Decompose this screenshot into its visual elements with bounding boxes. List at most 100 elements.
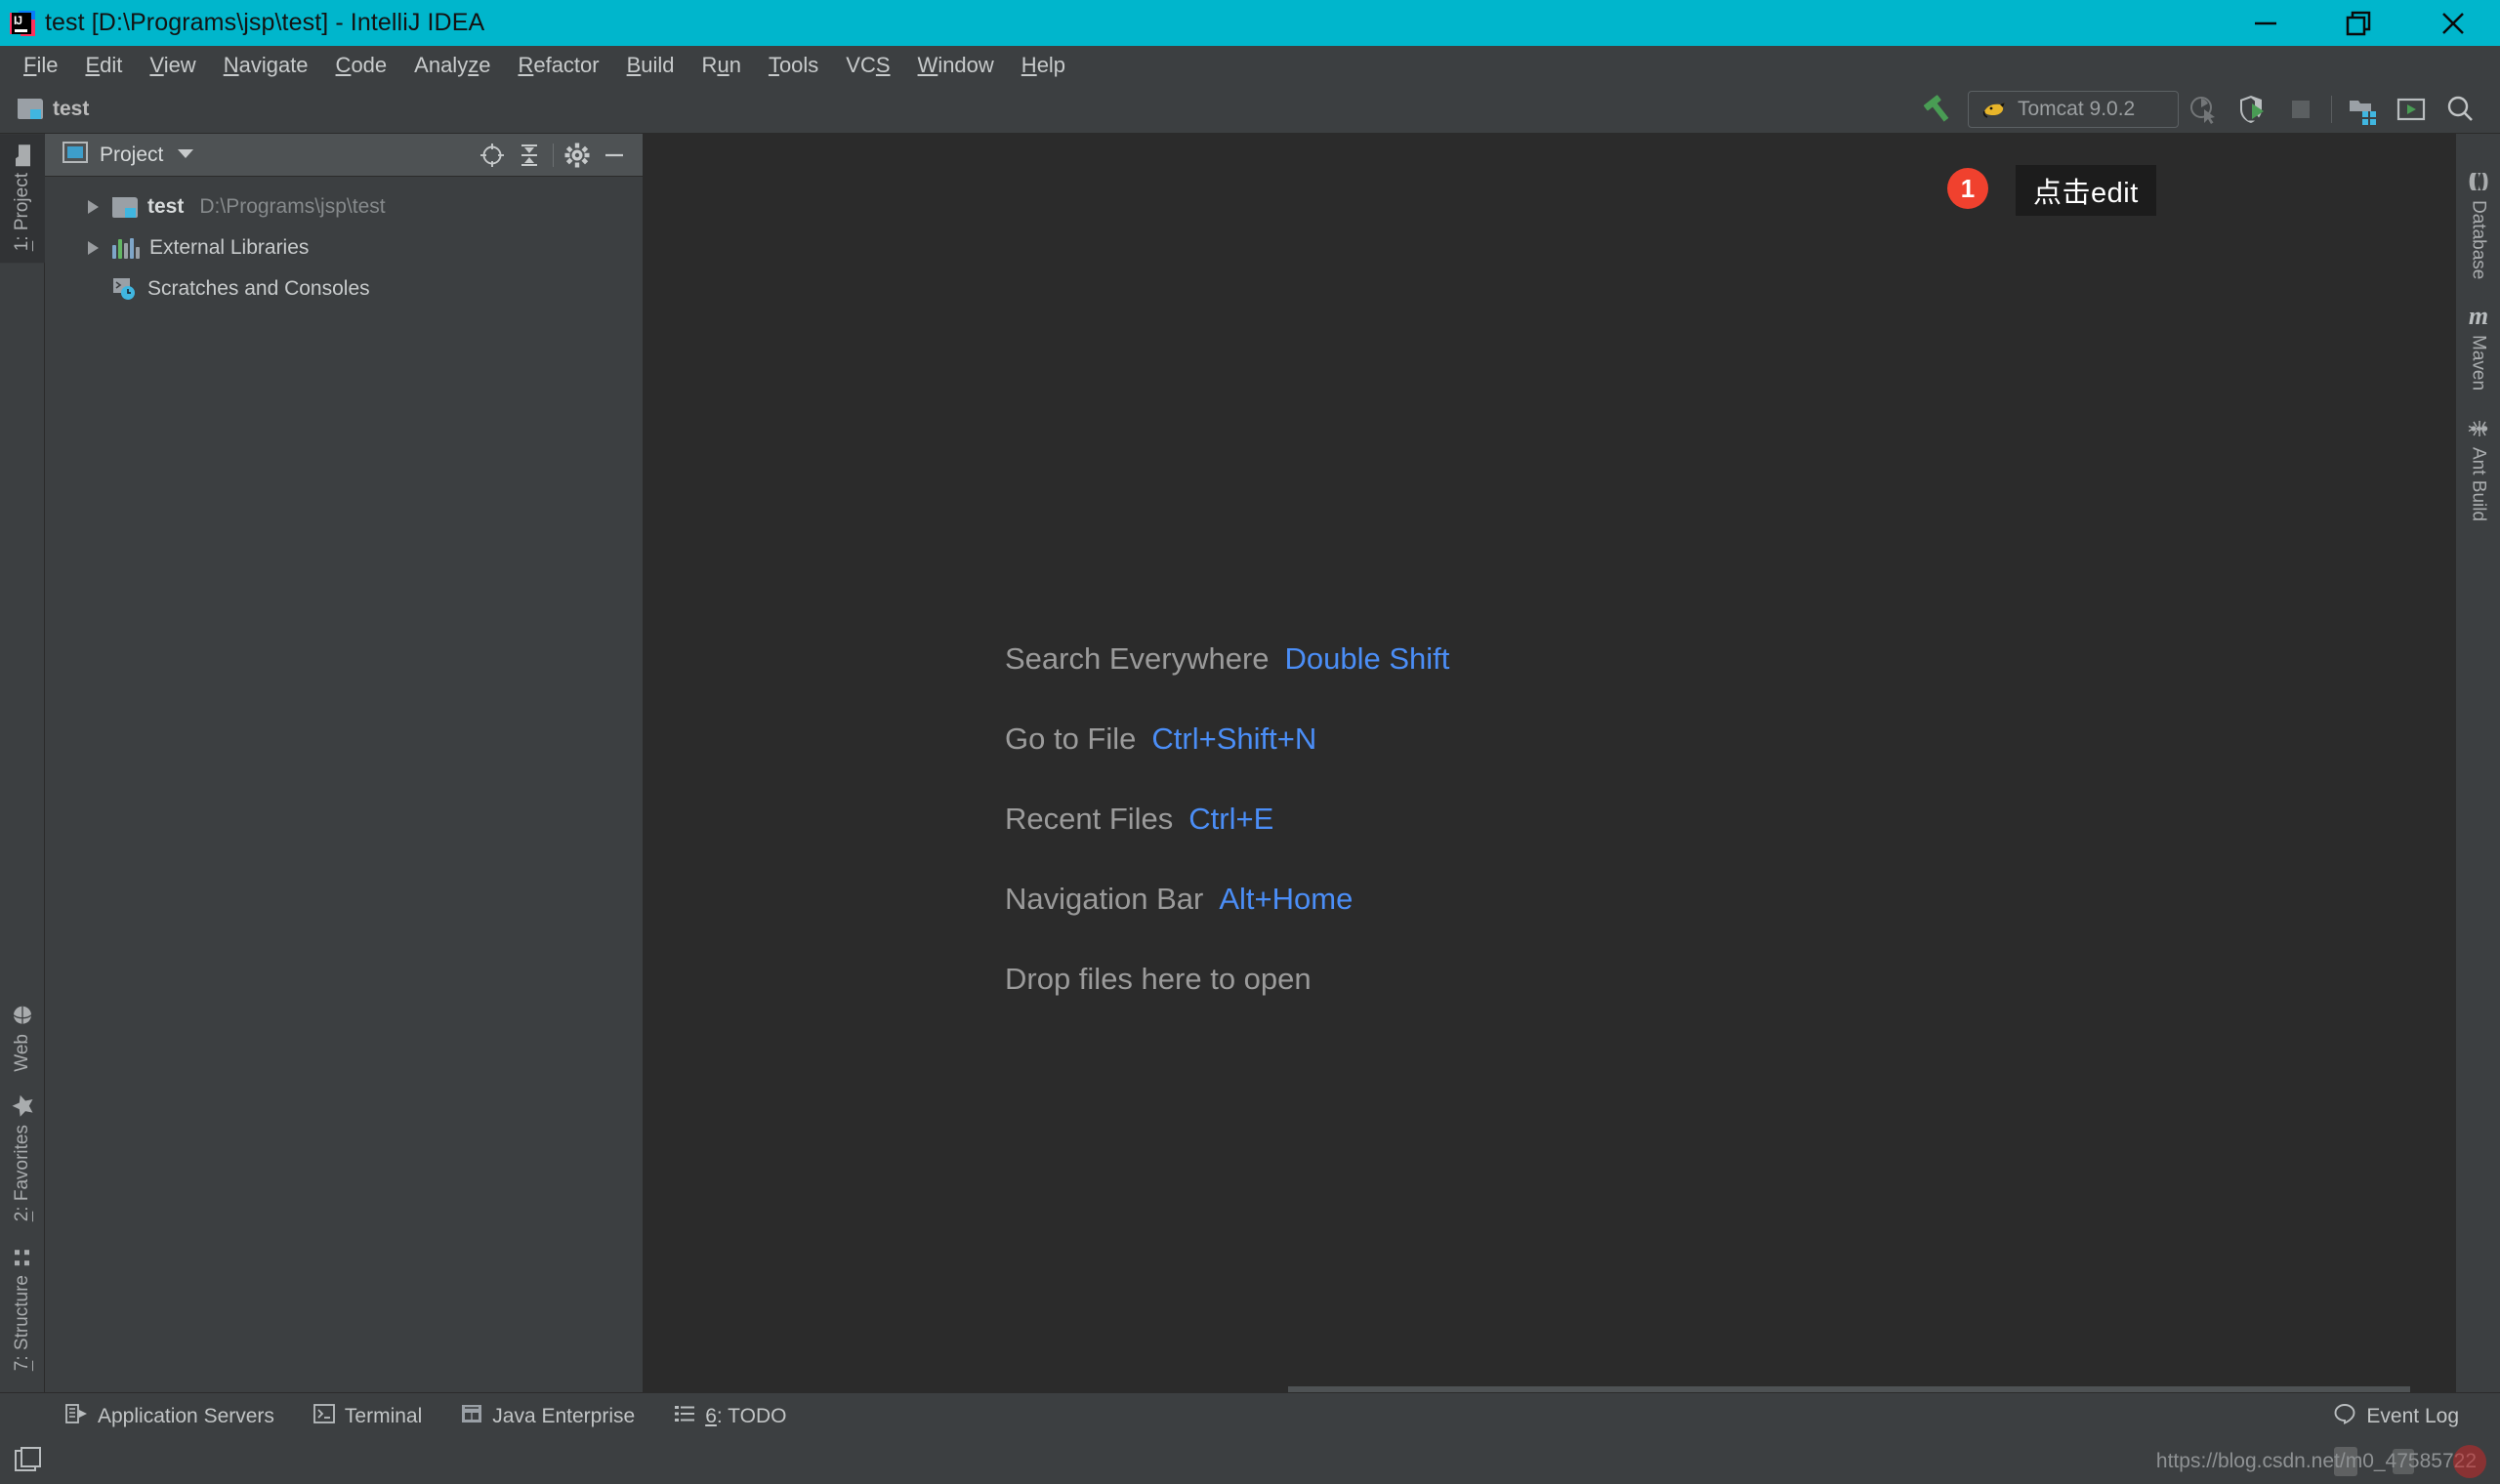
status-item-label: Java Enterprise: [492, 1404, 636, 1427]
sidebar-item-favorites[interactable]: 2: Favorites: [0, 1083, 45, 1233]
status-item-mnemonic: 6: [705, 1404, 717, 1427]
menu-vcs[interactable]: VCS: [832, 53, 903, 78]
menu-analyze[interactable]: Analyze: [400, 53, 504, 78]
tool-window-mnemonic: 2: [12, 1212, 32, 1222]
debug-icon[interactable]: [2228, 87, 2276, 132]
status-item-event-log[interactable]: Event Log: [2313, 1393, 2500, 1440]
ant-icon: [2468, 418, 2489, 439]
window-title-bar: IJ test [D:\Programs\jsp\test] - Intelli…: [0, 0, 2500, 46]
application-servers-icon: [64, 1403, 88, 1430]
hint-drop-files: Drop files here to open: [1005, 962, 1449, 997]
status-item-terminal[interactable]: Terminal: [294, 1393, 441, 1440]
toggle-tool-windows-icon[interactable]: [14, 1445, 43, 1479]
project-structure-icon[interactable]: [2338, 87, 2387, 132]
status-item-label: Terminal: [344, 1404, 423, 1427]
todo-icon: [674, 1404, 695, 1429]
watermark-url: https://blog.csdn.net/m0_47585722: [2155, 1450, 2477, 1472]
menu-build[interactable]: Build: [613, 53, 688, 78]
editor-hints: Search Everywhere Double Shift Go to Fil…: [1005, 641, 1449, 997]
watermark-dot: [2453, 1445, 2486, 1478]
project-tree: test D:\Programs\jsp\test External Libra…: [45, 177, 643, 309]
editor-horizontal-scrollbar[interactable]: [1288, 1386, 2410, 1392]
notification-badge[interactable]: 1: [1947, 168, 1988, 209]
menu-bar: File Edit View Navigate Code Analyze Ref…: [0, 46, 2500, 85]
tree-node-scratches-and-consoles[interactable]: Scratches and Consoles: [45, 268, 643, 309]
status-bar: Application Servers Terminal Java Enterp…: [0, 1392, 2500, 1439]
status-item-todo[interactable]: 6: TODO: [654, 1393, 806, 1440]
chevron-down-icon[interactable]: [177, 146, 194, 164]
stop-icon[interactable]: [2276, 87, 2325, 132]
status-item-application-servers[interactable]: Application Servers: [45, 1393, 294, 1440]
menu-window[interactable]: Window: [904, 53, 1008, 78]
tree-node-path: D:\Programs\jsp\test: [199, 195, 386, 218]
expand-arrow-icon[interactable]: [88, 241, 99, 255]
collapse-all-icon[interactable]: [511, 137, 548, 174]
scroll-from-source-icon[interactable]: [474, 137, 511, 174]
menu-view[interactable]: View: [136, 53, 209, 78]
footer-bar: https://blog.csdn.net/m0_47585722: [0, 1439, 2500, 1484]
intellij-idea-logo-icon: IJ: [10, 10, 35, 36]
build-hammer-icon[interactable]: [1913, 87, 1962, 132]
hint-label: Search Everywhere: [1005, 641, 1270, 676]
project-panel-header: Project: [45, 134, 643, 177]
tree-node-test[interactable]: test D:\Programs\jsp\test: [45, 186, 643, 227]
project-folder-icon: [18, 99, 43, 119]
menu-edit[interactable]: Edit: [71, 53, 136, 78]
gear-icon[interactable]: [559, 137, 596, 174]
tool-window-label: : Project: [12, 173, 32, 241]
menu-refactor[interactable]: Refactor: [504, 53, 612, 78]
tree-node-external-libraries[interactable]: External Libraries: [45, 227, 643, 268]
menu-run[interactable]: Run: [688, 53, 755, 78]
sidebar-item-ant-build[interactable]: Ant Build: [2468, 404, 2489, 535]
sidebar-item-structure[interactable]: 7: Structure: [0, 1234, 45, 1382]
left-stripe-top: 1: Project: [0, 134, 45, 264]
window-controls: [2219, 0, 2500, 46]
project-panel-title: Project: [100, 143, 164, 166]
sidebar-item-project[interactable]: 1: Project: [0, 134, 45, 264]
editor-empty-area[interactable]: Search Everywhere Double Shift Go to Fil…: [644, 134, 2455, 1392]
menu-code[interactable]: Code: [322, 53, 401, 78]
tool-window-label: : Favorites: [12, 1125, 32, 1213]
hint-shortcut: Double Shift: [1284, 641, 1450, 676]
hint-go-to-file: Go to File Ctrl+Shift+N: [1005, 721, 1449, 757]
sidebar-item-maven[interactable]: m Maven: [2464, 293, 2493, 403]
tool-window-label: : Structure: [12, 1274, 32, 1361]
hint-search-everywhere: Search Everywhere Double Shift: [1005, 641, 1449, 677]
left-stripe-bottom: Web 2: Favorites 7: Structure: [0, 993, 44, 1392]
run-with-coverage-icon[interactable]: [2179, 87, 2228, 132]
sidebar-item-web[interactable]: Web: [0, 993, 45, 1084]
menu-file[interactable]: File: [10, 53, 71, 78]
project-folder-icon: [112, 196, 138, 218]
right-tool-window-stripe: Database m Maven Ant Build: [2455, 134, 2500, 1392]
hide-minus-icon[interactable]: [596, 137, 633, 174]
maximize-restore-button[interactable]: [2312, 0, 2406, 46]
menu-help[interactable]: Help: [1008, 53, 1079, 78]
database-icon: [2468, 171, 2489, 192]
hint-label: Recent Files: [1005, 802, 1174, 836]
menu-tools[interactable]: Tools: [755, 53, 832, 78]
event-log-icon: [2333, 1402, 2356, 1431]
close-button[interactable]: [2406, 0, 2500, 46]
search-everywhere-icon[interactable]: [2436, 87, 2484, 132]
hint-recent-files: Recent Files Ctrl+E: [1005, 802, 1449, 837]
web-globe-icon: [12, 1005, 33, 1026]
project-folder-icon: [13, 144, 32, 167]
expand-arrow-icon[interactable]: [88, 200, 99, 214]
toolbar-actions: [2179, 87, 2500, 132]
minimize-button[interactable]: [2219, 0, 2312, 46]
sidebar-item-database[interactable]: Database: [2468, 157, 2489, 293]
update-application-icon[interactable]: [2387, 87, 2436, 132]
hint-shortcut: Ctrl+Shift+N: [1151, 721, 1317, 756]
breadcrumb[interactable]: test: [18, 98, 89, 121]
navigation-toolbar: test Tomcat 9.0.2 1 点击edit: [0, 85, 2500, 216]
hint-navigation-bar: Navigation Bar Alt+Home: [1005, 882, 1449, 917]
hint-shortcut: Ctrl+E: [1188, 802, 1274, 836]
status-item-java-enterprise[interactable]: Java Enterprise: [441, 1393, 654, 1440]
menu-navigate[interactable]: Navigate: [210, 53, 322, 78]
hint-shortcut: Alt+Home: [1219, 882, 1354, 916]
window-title: test [D:\Programs\jsp\test] - IntelliJ I…: [45, 9, 485, 36]
terminal-icon: [313, 1403, 335, 1429]
run-configuration-selector[interactable]: Tomcat 9.0.2: [1968, 90, 2179, 128]
edit-configuration-tooltip: 点击edit: [2016, 165, 2156, 216]
tool-window-mnemonic: 1: [12, 240, 32, 252]
